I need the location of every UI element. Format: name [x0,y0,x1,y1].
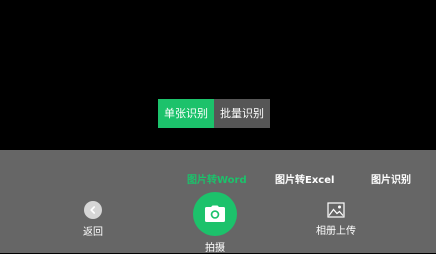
batch-recognition-button[interactable]: 批量识别 [214,99,270,128]
album-upload-button[interactable]: 相册上传 [314,202,358,237]
capture-button[interactable]: 拍摄 [193,192,237,254]
back-label: 返回 [83,227,103,238]
recognition-mode-toggle: 单张识别 批量识别 [158,99,270,128]
chevron-left-icon [84,201,102,219]
bottom-control-panel: 图片转Word 图片转Excel 图片识别 返回 拍摄 相册上传 [0,150,436,254]
tab-image-recognition[interactable]: 图片识别 [371,171,411,186]
image-icon [327,202,345,218]
camera-icon [193,192,237,236]
album-upload-label: 相册上传 [316,226,356,237]
single-recognition-button[interactable]: 单张识别 [158,99,214,128]
capture-label: 拍摄 [205,243,225,254]
back-button[interactable]: 返回 [78,201,108,238]
tab-image-to-word[interactable]: 图片转Word [187,171,247,186]
tab-image-to-excel[interactable]: 图片转Excel [275,171,334,186]
